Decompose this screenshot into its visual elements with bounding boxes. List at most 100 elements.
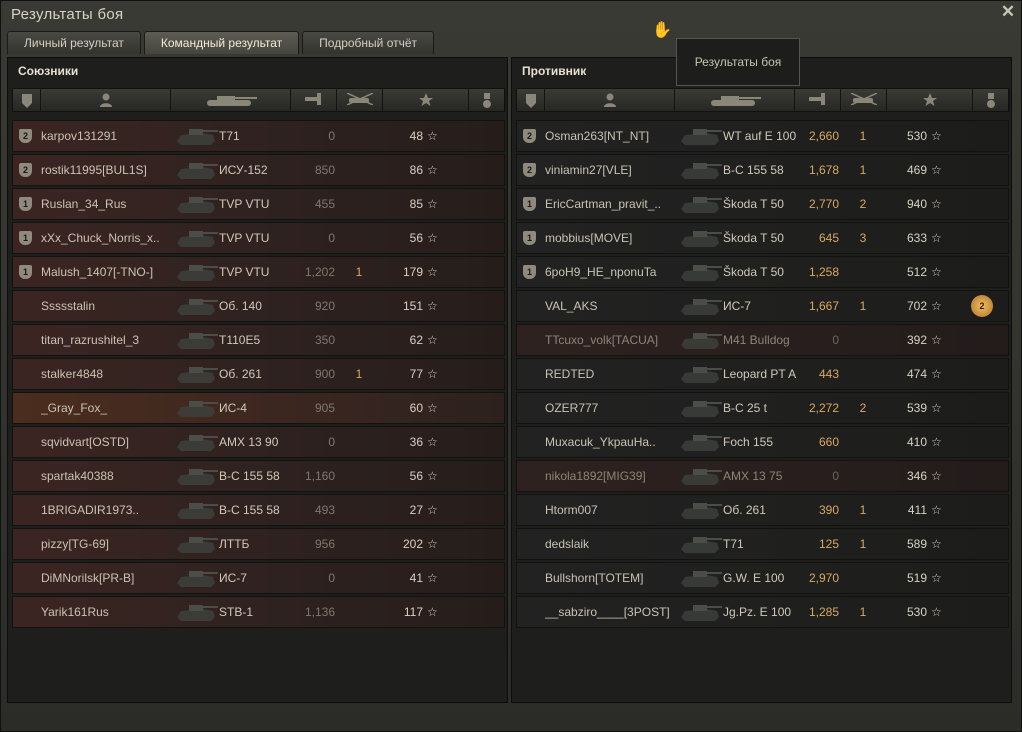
player-row[interactable]: 1 EricCartman_pravit_.. Škoda T 50 2,770 2 94… <box>516 188 1009 220</box>
player-row[interactable]: sqvidvart[OSTD] AMX 13 90 0 36 ☆ <box>12 426 505 458</box>
hand-cursor-icon: ✋ <box>652 22 672 39</box>
titlebar: Результаты боя ✕ <box>1 1 1022 29</box>
xp-value: 62 <box>409 333 423 347</box>
star-icon: ☆ <box>427 605 438 619</box>
player-name: mobbius[MOVE] <box>545 231 633 245</box>
xp-value: 151 <box>402 299 423 313</box>
column-damage-icon[interactable] <box>291 89 337 111</box>
column-medal-icon[interactable] <box>469 89 506 111</box>
tank-image-icon <box>173 531 219 557</box>
player-row[interactable]: __sabziro____[3POST] Jg.Pz. E 100 1,285 1 53… <box>516 596 1009 628</box>
medal-icon[interactable]: 2 <box>971 295 993 317</box>
enemies-column-header <box>516 88 1010 112</box>
column-damage-icon[interactable] <box>795 89 841 111</box>
column-medal-icon[interactable] <box>973 89 1010 111</box>
damage-value: 390 <box>818 503 839 517</box>
player-icon <box>603 93 616 107</box>
column-frags-icon[interactable] <box>337 89 383 111</box>
player-row[interactable]: 1 6poH9_HE_nponuTa Škoda T 50 1,258 512 ☆ <box>516 256 1009 288</box>
player-row[interactable]: Ssssstalin Об. 140 920 151 ☆ <box>12 290 505 322</box>
player-row[interactable]: 2 Osman263[NT_NT] WT auf E 100 2,660 1 530 ☆ <box>516 120 1009 152</box>
xp-value: 41 <box>409 571 423 585</box>
tank-image-icon <box>677 429 723 455</box>
damage-value: 0 <box>328 435 335 449</box>
squad-icon <box>21 94 32 108</box>
xp-value: 702 <box>906 299 927 313</box>
player-row[interactable]: OZER777 B-C 25 t 2,272 2 539 ☆ <box>516 392 1009 424</box>
player-row[interactable]: pizzy[TG-69] ЛТТБ 956 202 ☆ <box>12 528 505 560</box>
player-row[interactable]: Htorm007 Об. 261 390 1 411 ☆ <box>516 494 1009 526</box>
xp-value: 85 <box>409 197 423 211</box>
damage-value: 125 <box>818 537 839 551</box>
tank-name: G.W. E 100 <box>723 571 785 585</box>
column-player-icon[interactable] <box>41 89 171 111</box>
star-icon: ☆ <box>931 333 942 347</box>
column-xp-star-icon[interactable] <box>887 89 973 111</box>
tab-personal-result[interactable]: Личный результат <box>7 31 141 54</box>
column-squad-icon[interactable] <box>13 89 41 111</box>
player-row[interactable]: 2 rostik11995[BUL1S] ИСУ-152 850 86 ☆ <box>12 154 505 186</box>
tank-image-icon <box>173 259 219 285</box>
damage-icon <box>304 93 321 105</box>
player-row[interactable]: stalker4848 Об. 261 900 1 77 ☆ <box>12 358 505 390</box>
tank-image-icon <box>173 565 219 591</box>
player-name: DiMNorilsk[PR-B] <box>41 571 135 585</box>
player-row[interactable]: 1 xXx_Chuck_Norris_x.. TVP VTU 0 56 ☆ <box>12 222 505 254</box>
player-row[interactable]: 1BRIGADIR1973.. B-C 155 58 493 27 ☆ <box>12 494 505 526</box>
tank-image-icon <box>173 123 219 149</box>
damage-value: 0 <box>832 333 839 347</box>
player-row[interactable]: nikola1892[MIG39] AMX 13 75 0 346 ☆ <box>516 460 1009 492</box>
tab-bar: Личный результат Командный результат Под… <box>7 31 435 55</box>
xp-value: 346 <box>906 469 927 483</box>
player-row[interactable]: titan_razrushitel_3 T110E5 350 62 ☆ <box>12 324 505 356</box>
column-tank-icon[interactable] <box>675 89 795 111</box>
xp-value: 633 <box>906 231 927 245</box>
tank-image-icon <box>173 361 219 387</box>
tank-image-icon <box>173 157 219 183</box>
column-xp-star-icon[interactable] <box>383 89 469 111</box>
close-icon[interactable]: ✕ <box>999 3 1017 21</box>
damage-value: 1,202 <box>304 265 335 279</box>
damage-value: 0 <box>328 129 335 143</box>
player-row[interactable]: _Gray_Fox_ ИС-4 905 60 ☆ <box>12 392 505 424</box>
star-icon: ☆ <box>931 503 942 517</box>
tank-image-icon <box>677 123 723 149</box>
player-row[interactable]: 2 karpov131291 T71 0 48 ☆ <box>12 120 505 152</box>
xp-value: 469 <box>906 163 927 177</box>
star-icon: ☆ <box>931 469 942 483</box>
column-frags-icon[interactable] <box>841 89 887 111</box>
star-icon: ☆ <box>427 435 438 449</box>
player-row[interactable]: TTcuxo_volk[TACUA] M41 Bulldog 0 392 ☆ <box>516 324 1009 356</box>
squad-badge-icon: 1 <box>19 231 32 245</box>
medal-icon <box>483 93 491 108</box>
player-row[interactable]: 1 Ruslan_34_Rus TVP VTU 455 85 ☆ <box>12 188 505 220</box>
tank-name: Об. 261 <box>219 367 262 381</box>
column-tank-icon[interactable] <box>171 89 291 111</box>
player-row[interactable]: DiMNorilsk[PR-B] ИС-7 0 41 ☆ <box>12 562 505 594</box>
star-icon: ☆ <box>931 435 942 449</box>
player-row[interactable]: Muxacuk_YkpauHa.. Foch 155 660 410 ☆ <box>516 426 1009 458</box>
player-row[interactable]: 1 Malush_1407[-TNO-] TVP VTU 1,202 1 179 ☆ <box>12 256 505 288</box>
tab-team-result[interactable]: Командный результат <box>143 31 300 54</box>
column-squad-icon[interactable] <box>517 89 545 111</box>
tank-name: T71 <box>723 537 744 551</box>
xp-value: 179 <box>402 265 423 279</box>
player-row[interactable]: REDTED Leopard PT A 443 474 ☆ <box>516 358 1009 390</box>
frags-value: 1 <box>859 605 867 619</box>
player-name: stalker4848 <box>41 367 104 381</box>
xp-value: 56 <box>409 231 423 245</box>
player-name: sqvidvart[OSTD] <box>41 435 130 449</box>
tank-name: B-C 155 58 <box>219 503 280 517</box>
player-row[interactable]: Bullshorn[TOTEM] G.W. E 100 2,970 519 ☆ <box>516 562 1009 594</box>
player-row[interactable]: spartak40388 B-C 155 58 1,160 56 ☆ <box>12 460 505 492</box>
player-row[interactable]: 2 viniamin27[VLE] B-C 155 58 1,678 1 469 ☆ <box>516 154 1009 186</box>
player-name: Bullshorn[TOTEM] <box>545 571 644 585</box>
tank-image-icon <box>677 599 723 625</box>
damage-value: 493 <box>314 503 335 517</box>
player-row[interactable]: Yarik161Rus STB-1 1,136 117 ☆ <box>12 596 505 628</box>
tab-detailed-report[interactable]: Подробный отчёт <box>302 31 435 54</box>
player-row[interactable]: dedslaik T71 125 1 589 ☆ <box>516 528 1009 560</box>
player-row[interactable]: VAL_AKS ИС-7 1,667 1 702 ☆ 2 <box>516 290 1009 322</box>
column-player-icon[interactable] <box>545 89 675 111</box>
player-row[interactable]: 1 mobbius[MOVE] Škoda T 50 645 3 633 ☆ <box>516 222 1009 254</box>
